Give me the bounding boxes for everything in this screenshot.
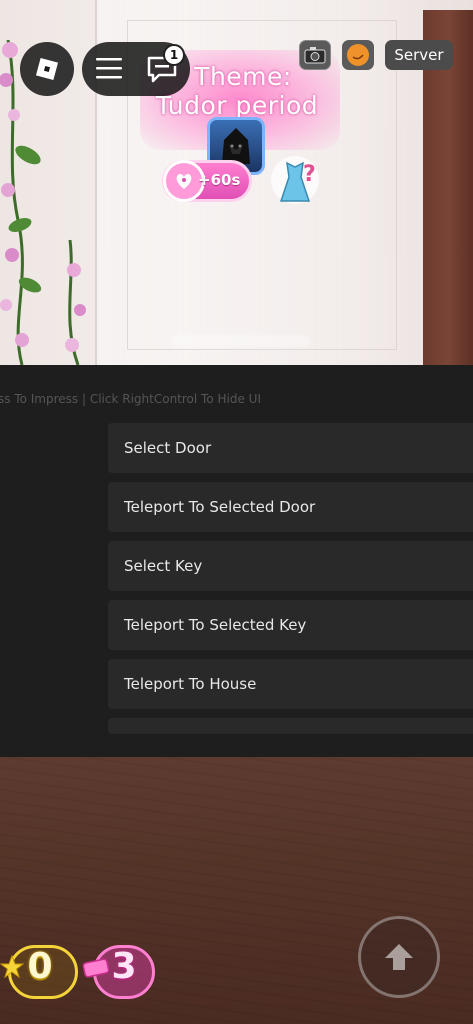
select-door-button[interactable]: Select Door xyxy=(108,423,473,473)
select-key-button[interactable]: Select Key xyxy=(108,541,473,591)
chat-notification-badge: 1 xyxy=(163,44,185,66)
teleport-to-house-button[interactable]: Teleport To House xyxy=(108,659,473,709)
dress-hint-icon[interactable]: ? xyxy=(267,155,323,205)
stars-value: 0 xyxy=(27,946,53,987)
roblox-logo-icon xyxy=(35,57,59,81)
roblox-menu-button[interactable] xyxy=(20,42,74,96)
blurred-nametag xyxy=(170,335,310,347)
svg-text:?: ? xyxy=(303,162,316,187)
daylight-button[interactable] xyxy=(342,40,374,70)
teleport-to-selected-key-button[interactable]: Teleport To Selected Key xyxy=(108,600,473,650)
ticket-icon xyxy=(82,958,110,978)
arrow-up-icon xyxy=(385,944,413,970)
sun-icon xyxy=(347,44,369,66)
server-button[interactable]: Server xyxy=(385,40,453,70)
next-panel-button-partial[interactable] xyxy=(108,718,473,734)
jump-button[interactable] xyxy=(358,916,440,998)
camera-button[interactable] xyxy=(299,40,331,70)
teleport-to-selected-door-button[interactable]: Teleport To Selected Door xyxy=(108,482,473,532)
camera-icon xyxy=(304,47,326,64)
hamburger-menu-icon[interactable] xyxy=(96,56,122,80)
panel-hint-text: ss To Impress | Click RightControl To Hi… xyxy=(0,392,261,406)
bonus-timer-text: +60s xyxy=(198,171,241,189)
star-icon xyxy=(0,955,24,979)
tickets-value: 3 xyxy=(111,946,137,987)
